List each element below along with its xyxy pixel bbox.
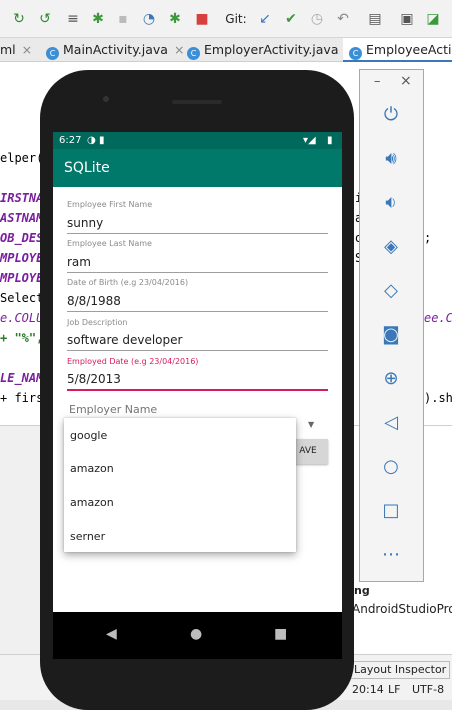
status-time: 6:27 [59,135,82,146]
volume-down-icon[interactable]: 🔉︎ [378,190,404,216]
tool-window-title: ng [354,584,370,597]
history-icon[interactable]: ◷ [308,10,326,28]
debug-icon[interactable]: ✱ [89,10,107,28]
rotate-left-icon[interactable]: ◈ [378,234,404,260]
code-line: ee.C [424,311,452,325]
tab-label: ml [0,42,16,57]
app-title: SQLite [64,160,110,176]
home-icon[interactable]: ● [190,626,202,642]
dropdown-option[interactable]: serner [70,530,105,543]
last-name-field[interactable]: ram [67,255,91,269]
field-underline [67,350,328,351]
ide-toolbar: ↻ ↺ ≡ ✱ ▪ ◔ ✱ ■ Git: ↙ ✔ ◷ ↶ ▤ ▣ ◪ [0,0,452,38]
field-underline-focused [67,389,328,391]
gray-device-icon[interactable]: ▪ [114,10,132,28]
app-bar: SQLite [53,149,342,187]
minimize-icon[interactable]: – [374,74,381,89]
code-line: ).sh [424,391,452,405]
terminal-icon[interactable]: ▣ [398,10,416,28]
dob-field[interactable]: 8/8/1988 [67,294,121,308]
file-encoding[interactable]: UTF-8 [412,683,444,696]
job-description-field[interactable]: software developer [67,333,182,347]
tab-main-activity[interactable]: C MainActivity.java × [46,38,184,62]
class-icon: C [187,47,200,60]
project-path: AndroidStudioProje [352,602,452,616]
close-icon[interactable]: × [174,42,184,57]
build-log-icon[interactable]: ≡ [64,10,82,28]
volume-up-icon[interactable]: 🔊︎ [378,146,404,172]
code-line: + "%", [0,331,44,345]
git-update-icon[interactable]: ↙ [256,10,274,28]
class-icon: C [349,47,362,60]
stop-icon[interactable]: ■ [193,10,211,28]
field-underline [67,272,328,273]
last-name-label: Employee Last Name [67,239,152,248]
zoom-icon[interactable]: ⊕ [378,366,404,392]
close-icon[interactable]: × [400,73,412,89]
field-underline [67,233,328,234]
tab-label: MainActivity.java [63,42,168,57]
project-structure-icon[interactable]: ▤ [366,10,384,28]
employer-name-label: Employer Name [69,403,158,416]
back-icon[interactable]: ◀ [106,626,117,642]
apply-changes-icon[interactable]: ↺ [36,10,54,28]
first-name-field[interactable]: sunny [67,216,103,230]
dob-label: Date of Birth (e.g 23/04/2016) [67,278,189,287]
dropdown-option[interactable]: google [70,429,107,442]
notification-icon: ◑ [87,135,96,146]
employed-date-label: Employed Date (e.g 23/04/2016) [67,357,199,366]
close-icon[interactable]: × [22,42,32,57]
dropdown-option[interactable]: amazon [70,462,114,475]
layout-inspector-button[interactable]: Layout Inspector [350,661,450,679]
tab-xml[interactable]: ml × [0,38,32,62]
employed-date-field[interactable]: 5/8/2013 [67,372,121,386]
overview-icon[interactable]: □ [378,498,404,524]
battery-icon: ▮ [327,135,333,146]
back-icon[interactable]: ◁ [378,410,404,436]
dropdown-option[interactable]: amazon [70,496,114,509]
line-separator[interactable]: LF [388,683,400,696]
caret-position[interactable]: 20:14 [352,683,384,696]
home-icon[interactable]: ○ [378,454,404,480]
refresh-icon[interactable]: ↻ [10,10,28,28]
code-line: ; [424,231,432,245]
front-camera [103,96,109,102]
class-icon: C [46,47,59,60]
phone-screen: 6:27 ◑ ▮ ▾◢ ▮ SQLite Employee First Name… [53,132,342,659]
code-line: ASTNAM [0,211,44,225]
tab-employer-activity[interactable]: CEmployerActivity.java× [187,38,355,62]
power-icon[interactable]: ⏻ [378,102,404,128]
git-commit-icon[interactable]: ✔ [282,10,300,28]
emulator-controls: – × ⏻ 🔊︎ 🔉︎ ◈ ◇ ◙ ⊕ ◁ ○ □ ⋯ [359,69,424,582]
android-status-bar: 6:27 ◑ ▮ ▾◢ ▮ [53,132,342,149]
field-underline [67,311,328,312]
android-nav-bar: ◀ ● ■ [53,612,342,659]
overview-icon[interactable]: ■ [274,626,287,642]
undo-icon[interactable]: ↶ [334,10,352,28]
job-description-label: Job Description [67,318,128,327]
tab-label: EmployeeActivi [366,42,452,57]
tab-label: EmployerActivity.java [204,42,339,57]
attach-debugger-icon[interactable]: ✱ [166,10,184,28]
code-line: elper( [0,151,44,165]
profiler-icon[interactable]: ◔ [140,10,158,28]
first-name-label: Employee First Name [67,200,153,209]
rotate-right-icon[interactable]: ◇ [378,278,404,304]
editor-tabs: ml × C MainActivity.java × C EmployerActivit… [0,38,452,62]
wifi-icon: ▾◢ [303,135,316,146]
tab-employee-activity[interactable]: C EmployeeActivi [343,38,452,62]
spinner-arrow-icon[interactable]: ▼ [308,420,314,429]
employer-dropdown: google amazon amazon serner [64,418,296,552]
avd-icon[interactable]: ◪ [424,10,442,28]
speaker [172,100,222,104]
sd-card-icon: ▮ [99,135,105,146]
git-label: Git: [225,12,247,26]
more-icon[interactable]: ⋯ [378,542,404,568]
camera-icon[interactable]: ◙ [378,322,404,348]
